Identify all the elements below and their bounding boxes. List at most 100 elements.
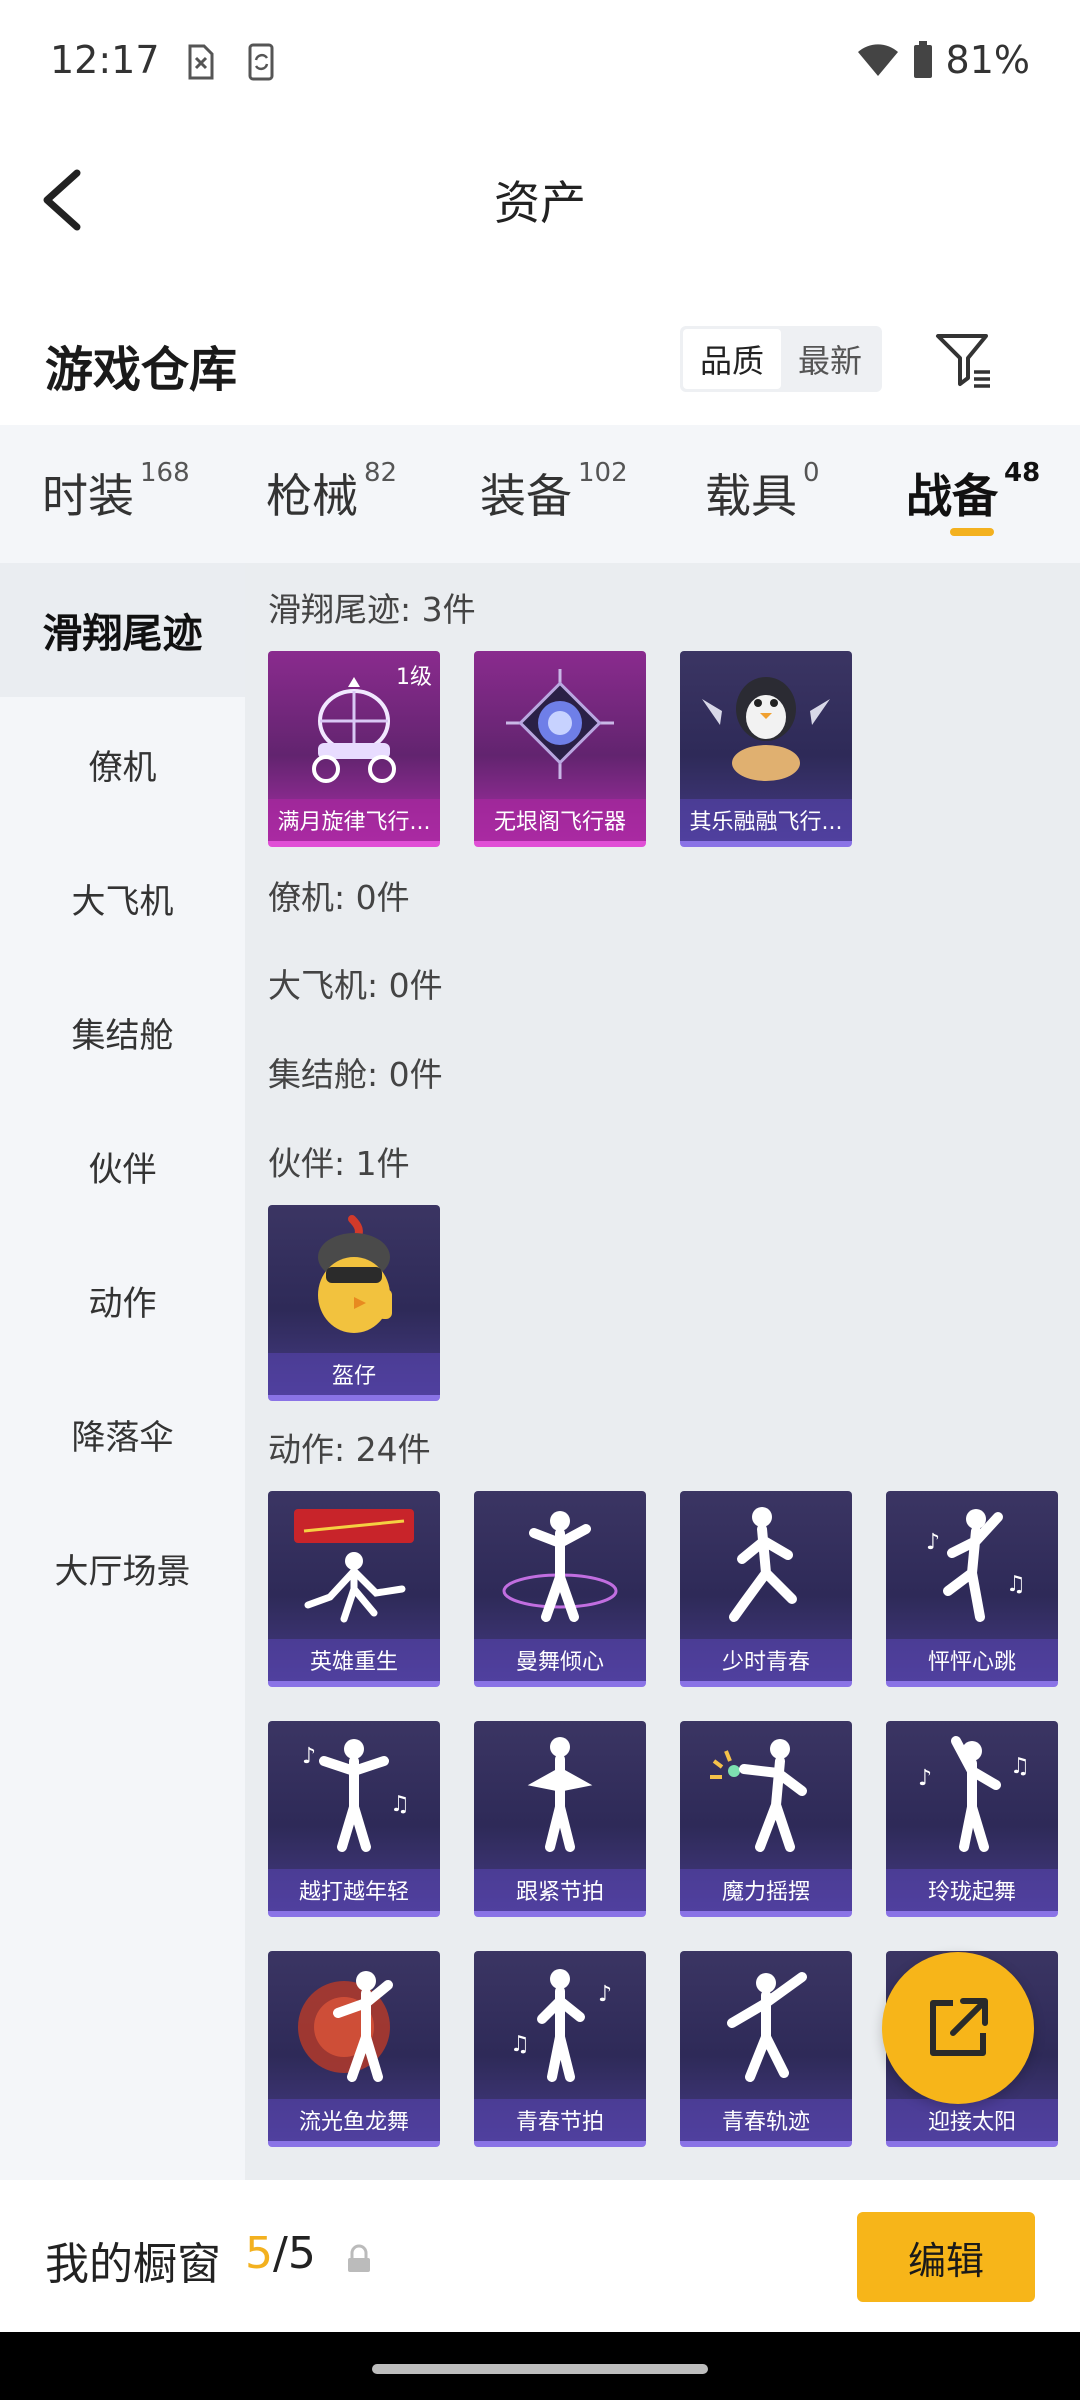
- item-card[interactable]: ♫ ♪ 青春节拍: [474, 1951, 646, 2147]
- tab-guns[interactable]: 枪械 82: [266, 458, 397, 526]
- sort-quality[interactable]: 品质: [683, 329, 781, 389]
- sidebar-item-partner[interactable]: 伙伴: [0, 1099, 245, 1233]
- system-nav-bar: [0, 2332, 1080, 2400]
- item-card[interactable]: 流光鱼龙舞: [268, 1951, 440, 2147]
- edit-button[interactable]: 编辑: [857, 2212, 1035, 2302]
- tab-label: 枪械: [266, 469, 358, 523]
- hero-pose-icon: [294, 1509, 414, 1623]
- tab-equipment[interactable]: 装备 102: [480, 458, 628, 526]
- dance-icon: [502, 1511, 618, 1622]
- item-card[interactable]: 少时青春: [680, 1491, 852, 1687]
- sidebar-item-parachute[interactable]: 降落伞: [0, 1367, 245, 1501]
- item-card[interactable]: ♪ ♫ 玲珑起舞: [886, 1721, 1058, 1917]
- item-card[interactable]: 无垠阁飞行器: [474, 651, 646, 847]
- sim-off-icon: [188, 44, 214, 80]
- active-tab-indicator: [950, 528, 994, 536]
- wifi-icon: [857, 44, 898, 76]
- filter-icon[interactable]: [932, 328, 996, 392]
- section-label-big-plane: 大飞机: 0件: [268, 966, 443, 1005]
- section-label-partner: 伙伴: 1件: [268, 1144, 410, 1183]
- svg-text:♫: ♫: [390, 1792, 410, 1817]
- dance-icon: ♪ ♫: [918, 1736, 1030, 1852]
- home-gesture-pill[interactable]: [372, 2364, 708, 2374]
- item-name: 英雄重生: [268, 1639, 440, 1681]
- showcase-count: 5/5: [245, 2228, 316, 2279]
- dance-icon: ♪ ♫: [302, 1739, 410, 1852]
- showcase-label: 我的橱窗: [45, 2239, 221, 2290]
- item-name: 少时青春: [680, 1639, 852, 1681]
- item-level: 1级: [396, 665, 432, 690]
- item-name: 满月旋律飞行...: [268, 799, 440, 841]
- status-time: 12:17: [50, 38, 160, 82]
- tab-combat-gear[interactable]: 战备 48: [906, 458, 1041, 526]
- item-card[interactable]: 盔仔: [268, 1205, 440, 1401]
- item-card[interactable]: 曼舞倾心: [474, 1491, 646, 1687]
- sidebar-item-lobby-scene[interactable]: 大厅场景: [0, 1501, 245, 1635]
- battery-icon: [913, 41, 932, 78]
- showcase-total: /5: [273, 2228, 316, 2279]
- item-name: 其乐融融飞行...: [680, 799, 852, 841]
- tab-count: 48: [1004, 458, 1041, 488]
- item-name: 盔仔: [268, 1353, 440, 1395]
- item-name: 青春轨迹: [680, 2099, 852, 2141]
- sort-newest[interactable]: 最新: [781, 329, 879, 389]
- dance-icon: ♪ ♫: [926, 1509, 1026, 1622]
- section-label-emote: 动作: 24件: [268, 1430, 431, 1469]
- item-name: 无垠阁飞行器: [474, 799, 646, 841]
- chick-helmet-icon: [318, 1215, 392, 1333]
- dance-icon: [527, 1737, 593, 1852]
- dance-icon: [710, 1739, 807, 1852]
- phone-sync-icon: [248, 43, 274, 81]
- showcase-current: 5: [245, 2228, 273, 2279]
- sidebar-item-capsule[interactable]: 集结舱: [0, 965, 245, 1099]
- section-label-wingman: 僚机: 0件: [268, 878, 410, 917]
- external-link-icon: [930, 1998, 988, 2056]
- dance-icon: ♫ ♪: [510, 1969, 612, 2082]
- tab-label: 装备: [480, 469, 572, 523]
- item-name: 曼舞倾心: [474, 1639, 646, 1681]
- tab-label: 战备: [906, 469, 998, 523]
- tab-vehicles[interactable]: 载具 0: [705, 458, 820, 526]
- item-card[interactable]: ♪ ♫ 越打越年轻: [268, 1721, 440, 1917]
- dance-icon: [727, 1972, 807, 2082]
- svg-text:♪: ♪: [926, 1530, 940, 1555]
- sidebar-item-emote[interactable]: 动作: [0, 1233, 245, 1367]
- header: 资产: [0, 125, 1080, 265]
- dance-icon: [729, 1507, 797, 1622]
- item-name: 跟紧节拍: [474, 1869, 646, 1911]
- item-name: 迎接太阳: [886, 2099, 1058, 2141]
- sidebar-item-wingman[interactable]: 僚机: [0, 697, 245, 831]
- category-tabs: 时装 168 枪械 82 装备 102 载具 0 战备 48: [0, 425, 1080, 563]
- sidebar-item-big-plane[interactable]: 大飞机: [0, 831, 245, 965]
- item-card[interactable]: 魔力摇摆: [680, 1721, 852, 1917]
- item-card[interactable]: ♪ ♫ 怦怦心跳: [886, 1491, 1058, 1687]
- tab-label: 载具: [705, 469, 797, 523]
- item-card[interactable]: 英雄重生: [268, 1491, 440, 1687]
- section-label-capsule: 集结舱: 0件: [268, 1055, 443, 1094]
- tab-fashion[interactable]: 时装 168: [42, 458, 190, 526]
- item-card[interactable]: 其乐融融飞行...: [680, 651, 852, 847]
- item-name: 流光鱼龙舞: [268, 2099, 440, 2141]
- sort-toggle: 品质 最新: [680, 326, 882, 392]
- sidebar: 滑翔尾迹 僚机 大飞机 集结舱 伙伴 动作 降落伞 大厅场景: [0, 563, 245, 2180]
- warehouse-title: 游戏仓库: [45, 342, 238, 398]
- tab-label: 时装: [42, 469, 134, 523]
- tab-count: 102: [578, 458, 628, 488]
- tab-count: 0: [803, 458, 820, 488]
- item-name: 怦怦心跳: [886, 1639, 1058, 1681]
- svg-text:♫: ♫: [1010, 1754, 1030, 1779]
- showcase-bar: 我的橱窗 5/5 编辑: [0, 2180, 1080, 2332]
- sidebar-item-glide-trail[interactable]: 滑翔尾迹: [0, 563, 245, 697]
- item-card[interactable]: 1级 满月旋律飞行...: [268, 651, 440, 847]
- item-name: 魔力摇摆: [680, 1869, 852, 1911]
- item-name: 越打越年轻: [268, 1869, 440, 1911]
- item-card[interactable]: 青春轨迹: [680, 1951, 852, 2147]
- compass-orb-icon: [506, 669, 614, 779]
- item-name: 青春节拍: [474, 2099, 646, 2141]
- item-card[interactable]: 跟紧节拍: [474, 1721, 646, 1917]
- status-bar: 12:17 81%: [0, 0, 1080, 125]
- share-float-button[interactable]: [882, 1952, 1034, 2104]
- section-label-glide-trail: 滑翔尾迹: 3件: [268, 590, 476, 629]
- svg-text:♪: ♪: [918, 1766, 932, 1791]
- app-root: 12:17 81% 资产 游戏仓库 品质 最新 时装 168 枪械 82 装备 …: [0, 0, 1080, 2400]
